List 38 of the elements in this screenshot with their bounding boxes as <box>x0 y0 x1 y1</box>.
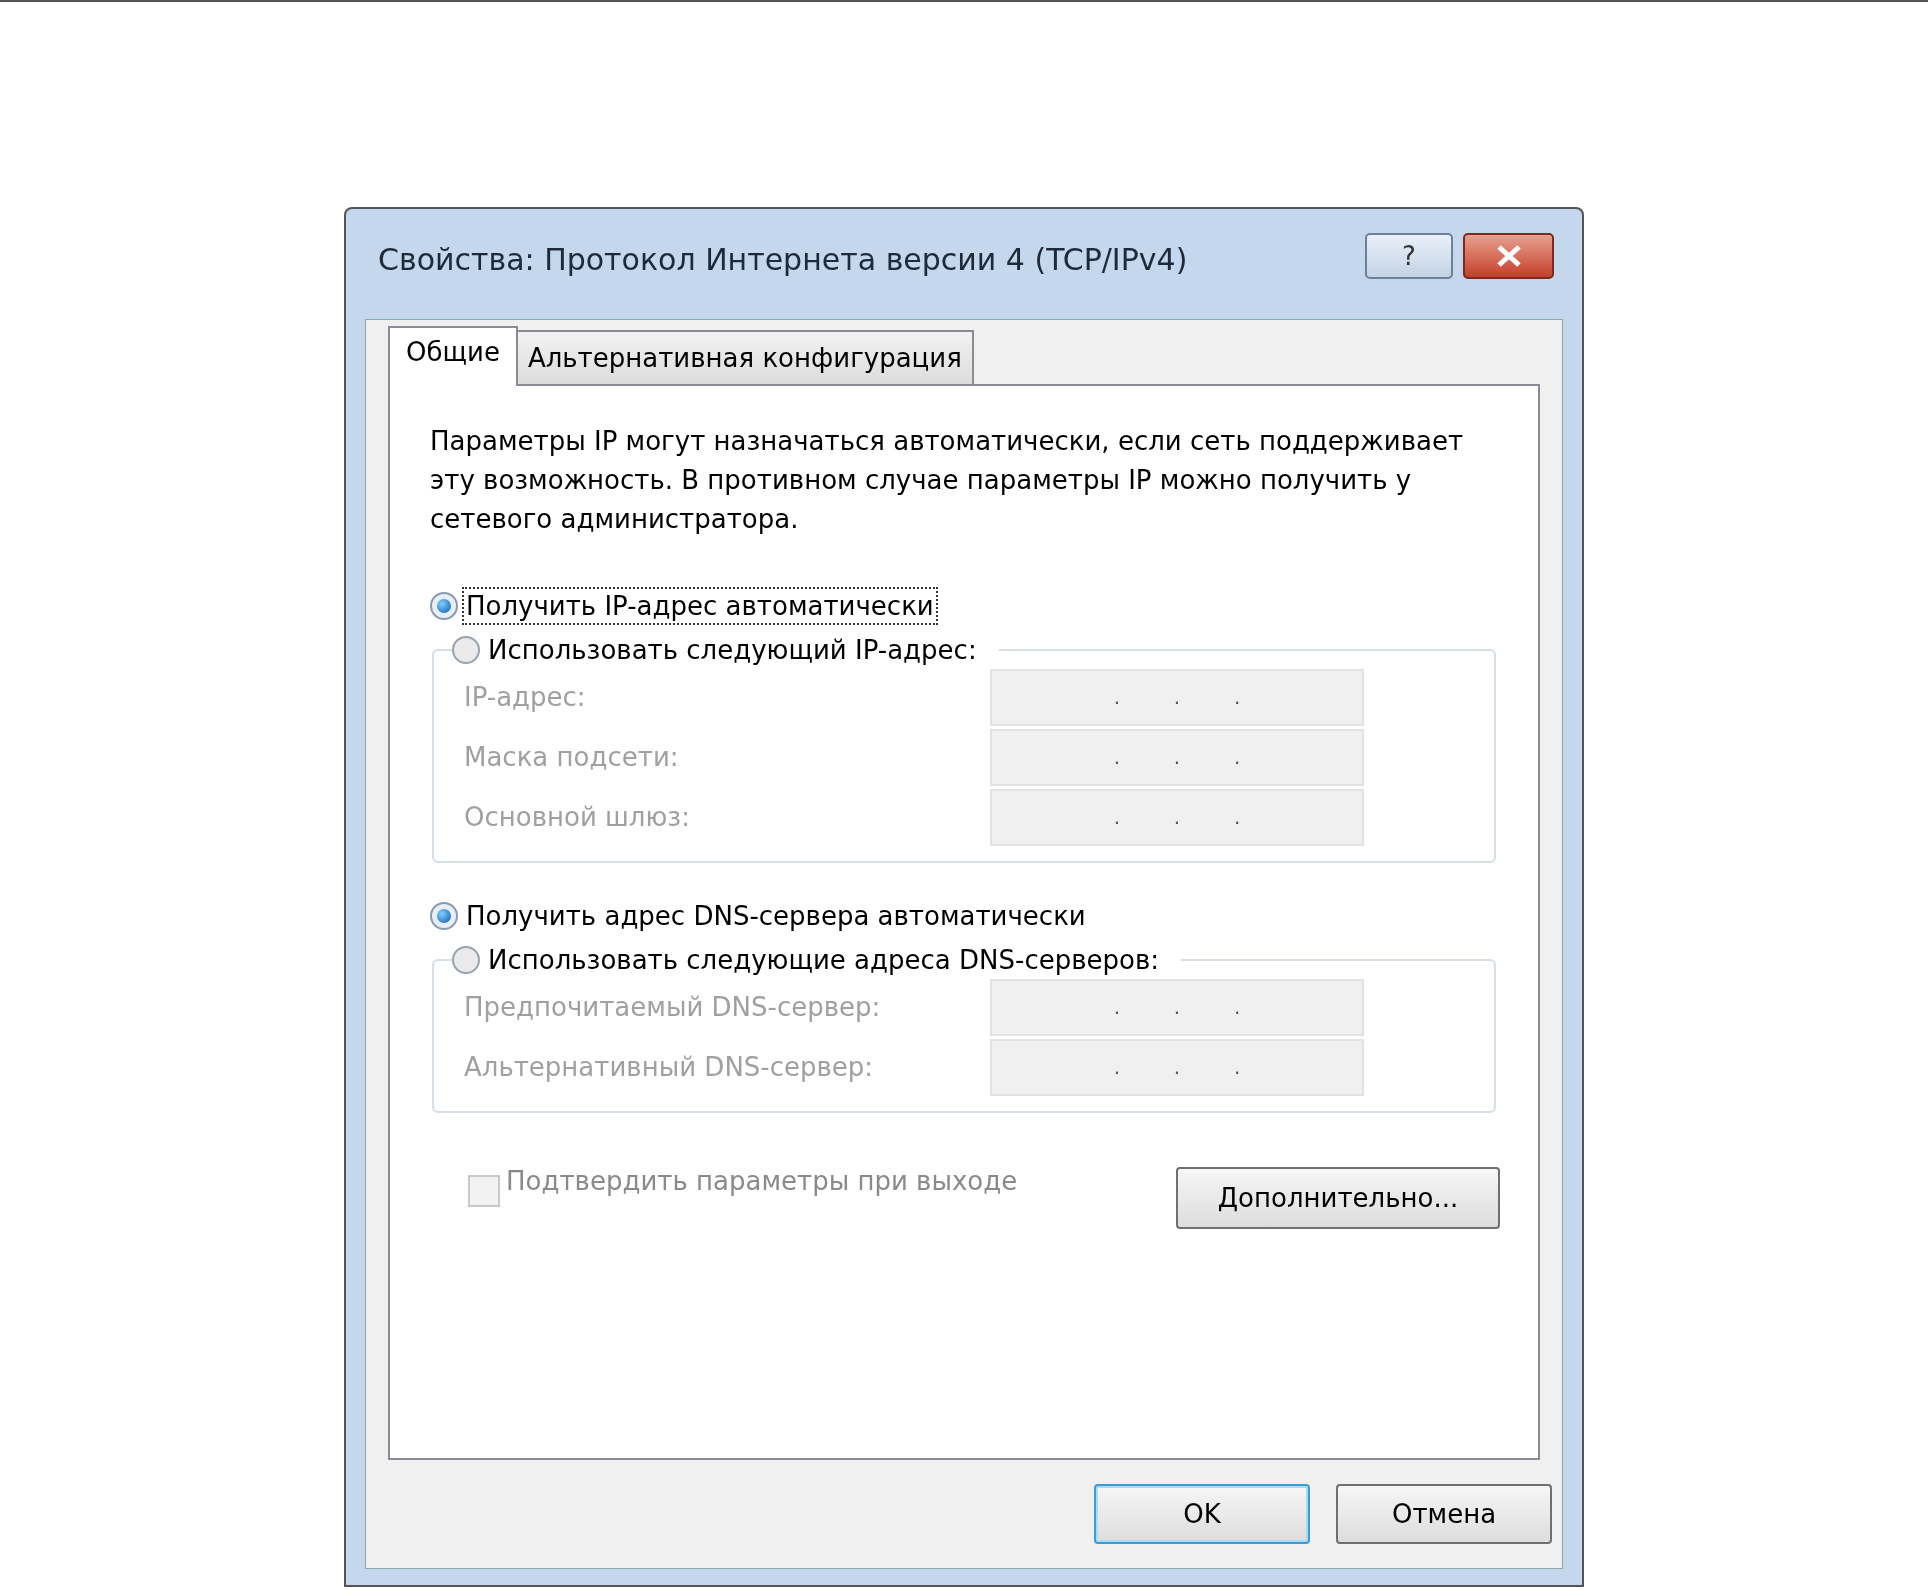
octet-separator: . <box>1113 994 1121 1021</box>
octet-separator: . <box>1233 804 1241 831</box>
radio-label[interactable]: Получить адрес DNS-сервера автоматически <box>464 899 1088 933</box>
radio-label[interactable]: Использовать следующий IP-адрес: <box>486 633 979 667</box>
window-title: Свойства: Протокол Интернета версии 4 (TCP/IPv4) <box>378 241 1189 279</box>
radio-button[interactable] <box>452 946 480 974</box>
octet-separator: . <box>1233 1054 1241 1081</box>
octet-separator: . <box>1113 804 1121 831</box>
octet-separator: . <box>1233 684 1241 711</box>
octet-separator: . <box>1173 684 1181 711</box>
octet-separator: . <box>1233 994 1241 1021</box>
field-label: Предпочитаемый DNS-сервер: <box>464 990 882 1024</box>
octet-separator: . <box>1233 744 1241 771</box>
field-label: Альтернативный DNS-сервер: <box>464 1050 875 1084</box>
radio-button[interactable] <box>430 592 458 620</box>
octet-separator: . <box>1173 994 1181 1021</box>
radio-button[interactable] <box>430 902 458 930</box>
octet-separator: . <box>1173 744 1181 771</box>
octet-separator: . <box>1113 744 1121 771</box>
field-label: Основной шлюз: <box>464 800 691 834</box>
radio-label[interactable]: Получить IP-адрес автоматически <box>464 589 936 623</box>
octet-separator: . <box>1113 1054 1121 1081</box>
description-text: Параметры IP могут назначаться автоматически, если сеть поддерживает эту возможность. В противном случае параметры IP можно получить у сетевого администратора. <box>429 425 1465 536</box>
field-label: Маска подсети: <box>464 740 680 774</box>
help-button[interactable]: ? <box>1365 233 1453 279</box>
octet-separator: . <box>1173 804 1181 831</box>
tab[interactable]: Альтернативная конфигурация <box>517 330 974 384</box>
octet-separator: . <box>1173 1054 1181 1081</box>
radio-button[interactable] <box>452 636 480 664</box>
close-icon <box>1495 245 1522 267</box>
dialog-button[interactable]: Отмена <box>1336 1484 1552 1544</box>
radio-label[interactable]: Использовать следующие адреса DNS-серверов: <box>486 943 1161 977</box>
tab[interactable]: Общие <box>388 326 518 386</box>
advanced-button[interactable]: Дополнительно... <box>1176 1167 1500 1229</box>
close-button[interactable] <box>1463 233 1554 279</box>
dialog-button[interactable]: OK <box>1094 1484 1310 1544</box>
octet-separator: . <box>1113 684 1121 711</box>
field-label: IP-адрес: <box>464 680 587 714</box>
